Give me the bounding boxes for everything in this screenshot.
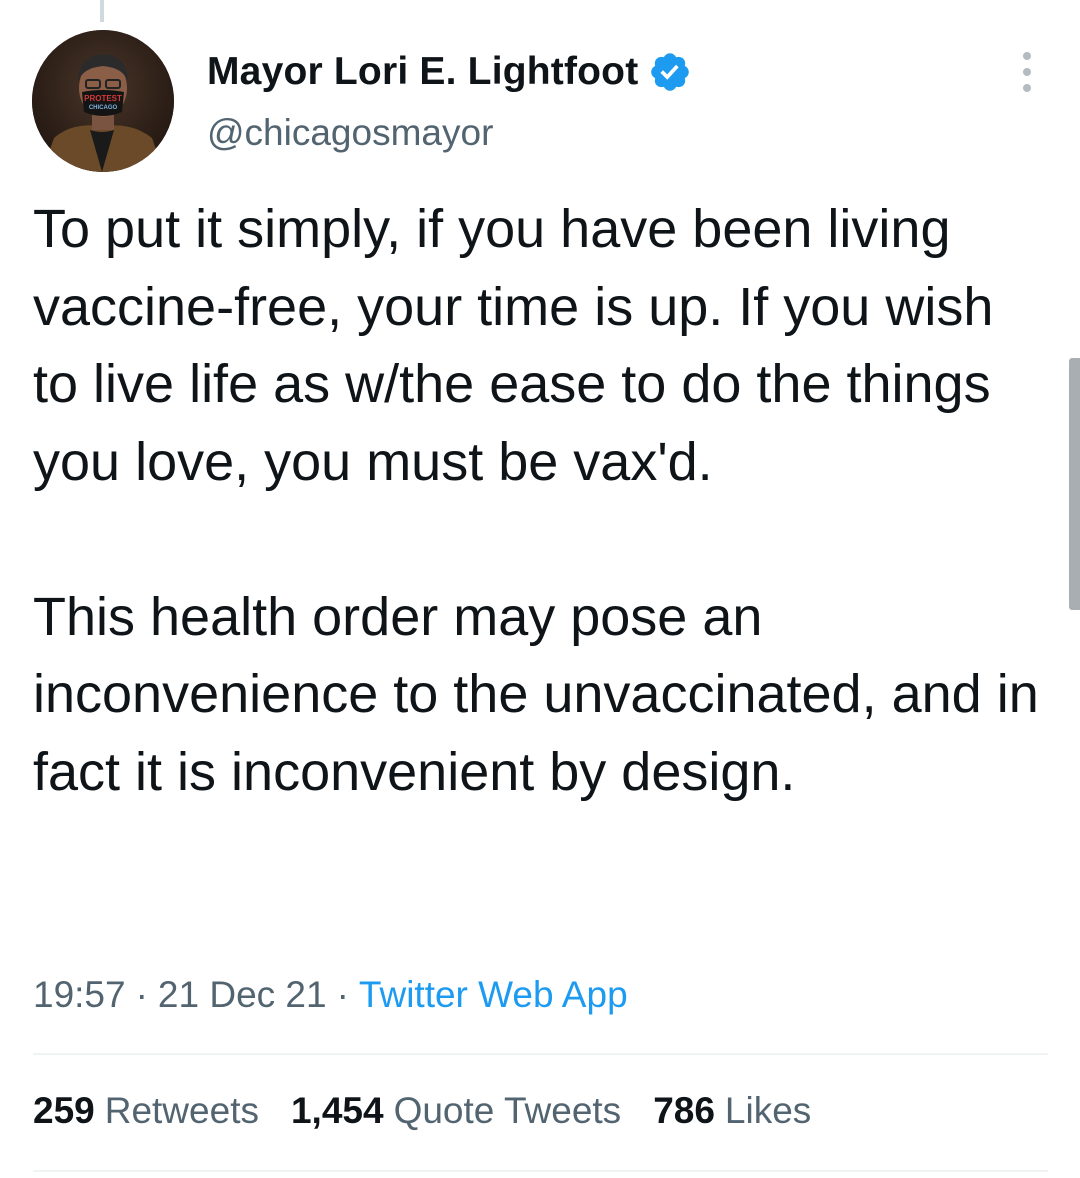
author-name-row[interactable]: Mayor Lori E. Lightfoot [207,48,692,96]
tweet-text: To put it simply, if you have been livin… [33,199,1039,802]
retweets-count: 259 [33,1090,95,1131]
author-handle[interactable]: @chicagosmayor [207,112,493,154]
tweet-detail: PROTEST CHICAGO Mayor Lori E. Lightfoot … [0,0,1080,1178]
likes-label: Likes [724,1090,812,1131]
tweet-metadata: 19:57 · 21 Dec 21 · Twitter Web App [33,974,628,1016]
mask-text: PROTEST [84,94,122,103]
quote-tweets-label: Quote Tweets [393,1090,622,1131]
tweet-source-link[interactable]: Twitter Web App [359,974,628,1016]
retweets-label: Retweets [104,1090,259,1131]
likes-count: 786 [653,1090,715,1131]
tweet-date[interactable]: 21 Dec 21 [158,974,327,1016]
separator-dot: · [135,974,148,1015]
scrollbar-thumb[interactable] [1069,358,1080,610]
engagement-stats: 259 Retweets 1,454 Quote Tweets 786 Likes [33,1090,843,1132]
divider [33,1053,1048,1055]
separator-dot: · [336,974,349,1015]
avatar[interactable]: PROTEST CHICAGO [32,30,174,172]
verified-badge-icon [648,50,692,94]
quote-tweets-count: 1,454 [290,1090,384,1131]
avatar-image: PROTEST CHICAGO [32,30,174,172]
likes-stat[interactable]: 786 Likes [653,1090,811,1132]
quote-tweets-stat[interactable]: 1,454 Quote Tweets [291,1090,621,1132]
author-display-name[interactable]: Mayor Lori E. Lightfoot [207,50,638,94]
retweets-stat[interactable]: 259 Retweets [33,1090,259,1132]
divider [33,1170,1048,1172]
more-options-icon[interactable] [1010,52,1044,92]
thread-connector-line [100,0,104,22]
tweet-time[interactable]: 19:57 [33,974,126,1016]
svg-text:CHICAGO: CHICAGO [89,105,118,111]
